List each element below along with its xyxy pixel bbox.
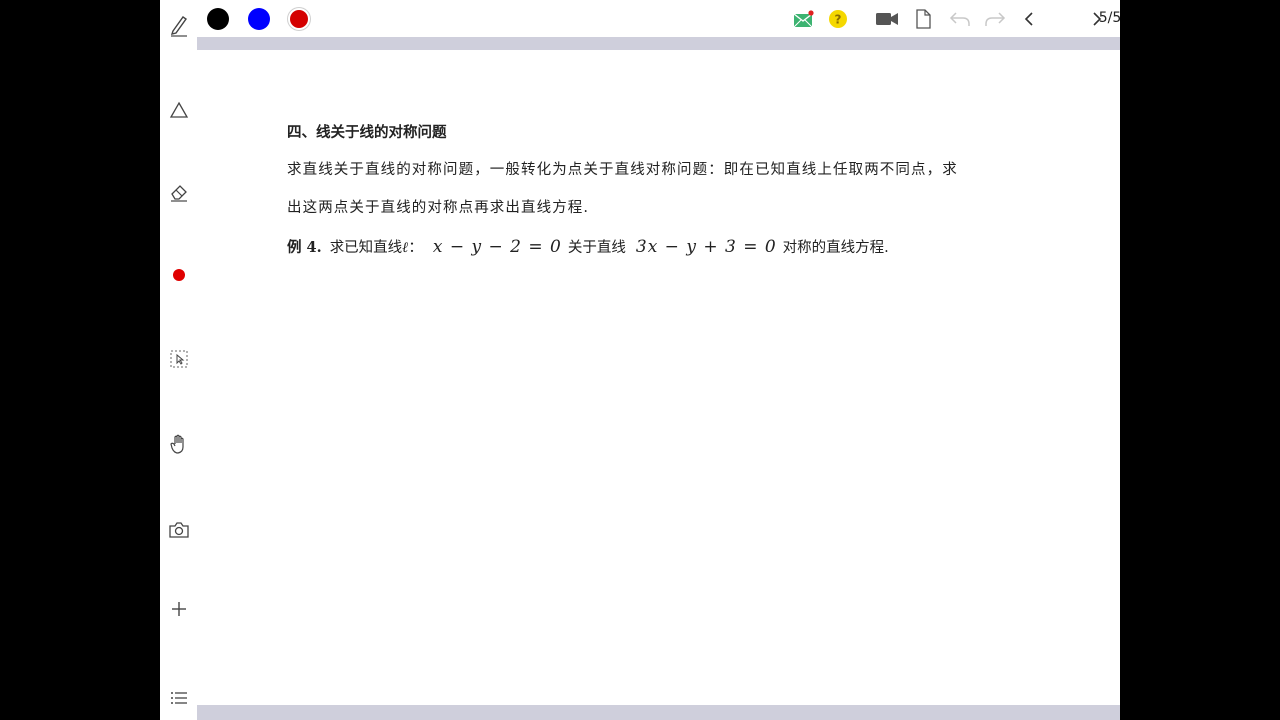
mail-icon[interactable] — [792, 7, 816, 31]
example-colon: ： — [408, 240, 423, 256]
select-icon[interactable] — [164, 344, 194, 374]
color-dot-icon[interactable] — [164, 260, 194, 290]
paragraph-line-1: 求直线关于直线的对称问题，一般转化为点关于直线对称问题：即在已知直线上任取两不同… — [287, 162, 958, 178]
shape-icon[interactable] — [164, 95, 194, 125]
example-text-1: 求已知直线 — [329, 240, 403, 256]
menu-icon[interactable] — [164, 683, 194, 713]
example-text-2: 关于直线 — [567, 240, 626, 256]
help-icon[interactable]: ? — [826, 7, 850, 31]
add-icon[interactable] — [164, 594, 194, 624]
undo-icon[interactable] — [948, 7, 972, 31]
left-toolbar — [160, 0, 197, 720]
page-top-border — [197, 37, 1120, 50]
prev-page-icon[interactable] — [1017, 7, 1041, 31]
document-icon[interactable] — [911, 7, 935, 31]
color-swatch-black[interactable] — [207, 8, 229, 30]
eraser-icon[interactable] — [164, 177, 194, 207]
svg-text:?: ? — [835, 13, 842, 27]
hand-icon[interactable] — [164, 429, 194, 459]
paragraph-line-2: 出这两点关于直线的对称点再求出直线方程. — [287, 200, 590, 216]
section-heading: 四、线关于线的对称问题 — [287, 124, 447, 141]
example-text-3: 对称的直线方程. — [782, 240, 889, 256]
page-bottom-border — [197, 705, 1120, 720]
document-page: 四、线关于线的对称问题 求直线关于直线的对称问题，一般转化为点关于直线对称问题：… — [197, 50, 1120, 705]
color-swatch-blue[interactable] — [248, 8, 270, 30]
whiteboard-app: ? 5/5 四、线关于线的对称问题 求直线关于直线的对称问题，一般转化为点关于直… — [160, 0, 1120, 720]
redo-icon[interactable] — [983, 7, 1007, 31]
video-icon[interactable] — [875, 7, 899, 31]
next-page-icon[interactable] — [1085, 7, 1109, 31]
top-toolbar: ? 5/5 — [197, 0, 1120, 37]
pen-icon[interactable] — [164, 10, 194, 40]
equation-1: x − y − 2 = 0 — [432, 237, 562, 257]
equation-2: 3x − y + 3 = 0 — [635, 237, 777, 257]
camera-icon[interactable] — [164, 515, 194, 545]
example-label: 例 4. — [287, 239, 322, 256]
color-swatch-red[interactable] — [290, 10, 308, 28]
example-4: 例 4. 求已知直线 ℓ ： x − y − 2 = 0 关于直线 3x − y… — [287, 236, 889, 257]
